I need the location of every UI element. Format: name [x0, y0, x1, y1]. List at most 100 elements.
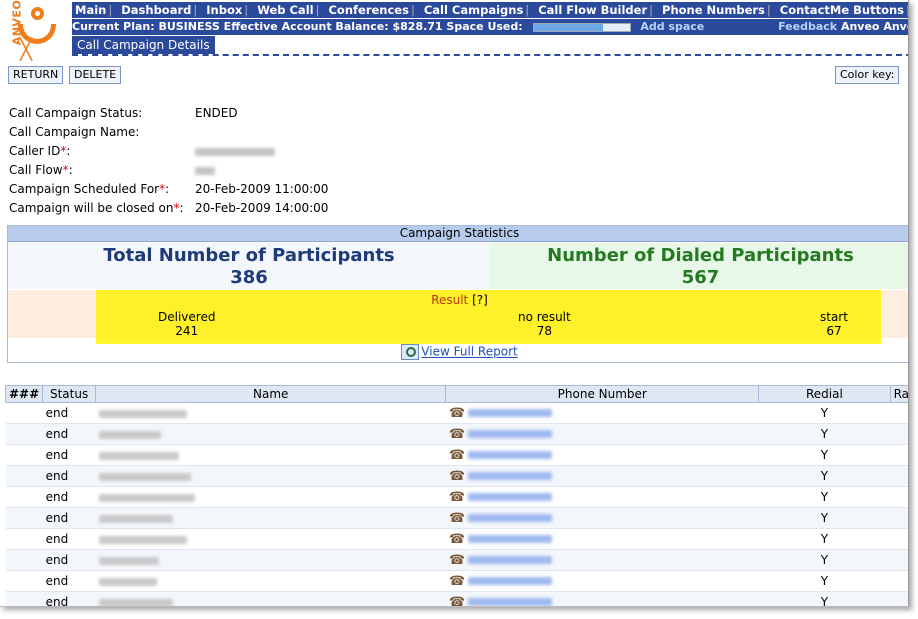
anveo-link[interactable]: Anveo Anve — [841, 20, 908, 33]
logo-legs-shape: ╳ — [20, 37, 33, 61]
view-full-report-link[interactable]: View Full Report — [421, 345, 517, 359]
row-status: end — [42, 507, 96, 529]
row-phone[interactable]: ☎ — [445, 486, 759, 508]
row-status: end — [42, 465, 96, 487]
campaign-statistics-panel: Campaign Statistics Total Number of Part… — [7, 225, 908, 363]
report-magnifier-icon[interactable] — [401, 344, 420, 360]
row-phone[interactable]: ☎ — [445, 570, 759, 592]
add-space-link[interactable]: Add space — [640, 20, 704, 33]
delete-button[interactable]: DELETE — [69, 66, 122, 84]
row-phone[interactable]: ☎ — [445, 444, 759, 466]
return-button[interactable]: RETURN — [8, 66, 64, 84]
table-row[interactable]: end ☎ Y — [5, 591, 908, 607]
view-full-report: View Full Report — [8, 344, 908, 360]
anveo-logo[interactable]: ANVEO ╳ — [0, 0, 70, 61]
row-phone[interactable]: ☎ — [445, 591, 759, 607]
status-label: Call Campaign Status: — [9, 106, 143, 120]
result-help-link[interactable]: [?] — [472, 293, 488, 307]
row-number — [5, 402, 43, 424]
logo-head-shape — [31, 7, 44, 20]
row-ra — [890, 549, 908, 571]
row-number — [5, 507, 43, 529]
row-name-blurred — [95, 549, 446, 571]
nav-dashboard[interactable]: Dashboard — [118, 3, 191, 17]
phone-icon[interactable]: ☎ — [449, 574, 465, 589]
phone-icon[interactable]: ☎ — [449, 511, 465, 526]
row-number — [5, 423, 43, 445]
main-nav: Main | Dashboard | Inbox | Web Call | Confer… — [72, 2, 908, 18]
row-number — [5, 570, 43, 592]
row-number — [5, 549, 43, 571]
row-name-blurred — [95, 507, 446, 529]
row-redial: Y — [758, 549, 891, 571]
feedback-link[interactable]: Feedback — [778, 20, 837, 33]
row-redial: Y — [758, 423, 891, 445]
phone-icon[interactable]: ☎ — [449, 490, 465, 505]
phone-icon[interactable]: ☎ — [449, 448, 465, 463]
call-flow-value-blurred — [195, 163, 215, 177]
dialed-participants-box: Number of Dialed Participants 567 — [490, 243, 908, 289]
table-row[interactable]: end ☎ Y — [5, 465, 908, 487]
col-number[interactable]: ### — [4, 385, 44, 403]
nav-contactme-buttons[interactable]: ContactMe Buttons — [777, 3, 904, 17]
phone-icon[interactable]: ☎ — [449, 406, 465, 421]
phone-icon[interactable]: ☎ — [449, 553, 465, 568]
status-value: ENDED — [195, 106, 238, 120]
phone-icon[interactable]: ☎ — [449, 595, 465, 607]
col-name[interactable]: Name — [95, 385, 447, 403]
total-participants-box: Total Number of Participants 386 — [8, 243, 490, 289]
nav-main[interactable]: Main — [72, 3, 106, 17]
table-row[interactable]: end ☎ Y — [5, 423, 908, 445]
col-ra[interactable]: Ra — [889, 385, 908, 403]
table-row[interactable]: end ☎ Y — [5, 402, 908, 424]
col-redial[interactable]: Redial — [758, 385, 891, 403]
table-row[interactable]: end ☎ Y — [5, 486, 908, 508]
row-phone[interactable]: ☎ — [445, 507, 759, 529]
row-phone[interactable]: ☎ — [445, 402, 759, 424]
row-ra — [890, 591, 908, 606]
nav-call-flow-builder[interactable]: Call Flow Builder — [535, 3, 647, 17]
row-redial: Y — [758, 570, 891, 592]
row-phone[interactable]: ☎ — [445, 528, 759, 550]
row-ra — [890, 570, 908, 592]
row-phone[interactable]: ☎ — [445, 465, 759, 487]
caller-id-value-blurred — [195, 144, 275, 158]
closed-value: 20-Feb-2009 14:00:00 — [195, 201, 329, 215]
col-status[interactable]: Status — [42, 385, 97, 403]
row-redial: Y — [758, 465, 891, 487]
nav-conferences[interactable]: Conferences — [325, 3, 408, 17]
row-redial: Y — [758, 486, 891, 508]
row-status: end — [42, 423, 96, 445]
row-phone[interactable]: ☎ — [445, 423, 759, 445]
table-row[interactable]: end ☎ Y — [5, 528, 908, 550]
page-tab-row: Call Campaign Details — [72, 36, 908, 56]
row-status: end — [42, 591, 96, 606]
campaign-name-label: Call Campaign Name: — [9, 125, 140, 139]
tab-call-campaign-details[interactable]: Call Campaign Details — [72, 36, 215, 54]
table-row[interactable]: end ☎ Y — [5, 507, 908, 529]
row-status: end — [42, 486, 96, 508]
total-participants-label: Total Number of Participants — [103, 245, 395, 266]
col-phone-number[interactable]: Phone Number — [445, 385, 760, 403]
nav-inbox[interactable]: Inbox — [203, 3, 242, 17]
row-name-blurred — [95, 465, 446, 487]
table-row[interactable]: end ☎ Y — [5, 549, 908, 571]
result-no-result: no result 78 — [518, 310, 571, 338]
caller-id-label: Caller ID*: — [9, 144, 71, 158]
nav-call-campaigns[interactable]: Call Campaigns — [421, 3, 523, 17]
color-key-button[interactable]: Color key: — [835, 66, 900, 84]
table-row[interactable]: end ☎ Y — [5, 444, 908, 466]
row-phone[interactable]: ☎ — [445, 549, 759, 571]
row-name-blurred — [95, 591, 446, 606]
phone-icon[interactable]: ☎ — [449, 427, 465, 442]
phone-icon[interactable]: ☎ — [449, 532, 465, 547]
app-window: ANVEO ╳ Main | Dashboard | Inbox | Web Call… — [0, 0, 909, 607]
nav-phone-numbers[interactable]: Phone Numbers — [659, 3, 765, 17]
phone-icon[interactable]: ☎ — [449, 469, 465, 484]
table-row[interactable]: end ☎ Y — [5, 570, 908, 592]
nav-web-call[interactable]: Web Call — [254, 3, 313, 17]
result-band: Result [?] Delivered 241 no result 78 st… — [8, 290, 908, 344]
scheduled-value: 20-Feb-2009 11:00:00 — [195, 182, 329, 196]
row-status: end — [42, 402, 96, 424]
row-number — [5, 444, 43, 466]
